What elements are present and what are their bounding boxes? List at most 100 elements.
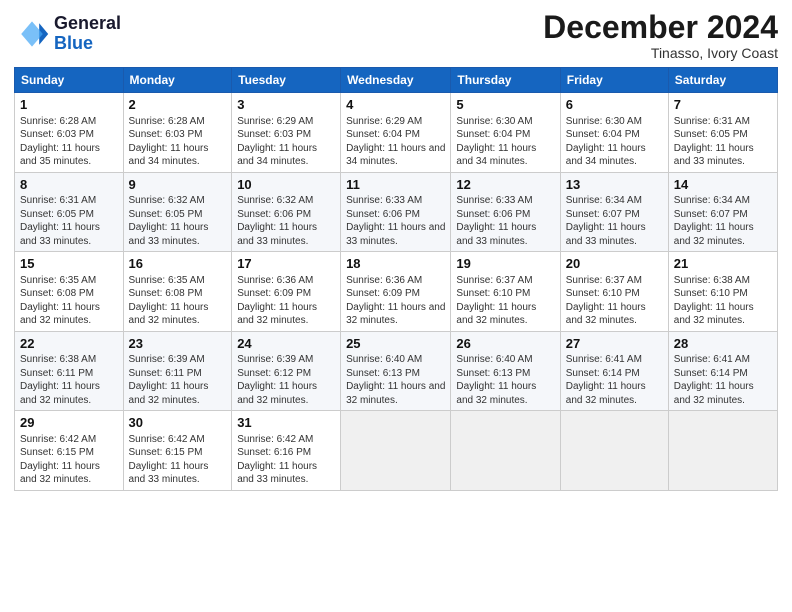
sunset-text: Sunset: 6:07 PM [566, 209, 640, 220]
title-block: December 2024 Tinasso, Ivory Coast [543, 10, 778, 61]
daylight-label: Daylight: 11 hours and 34 minutes. [346, 143, 445, 168]
sunset-text: Sunset: 6:04 PM [346, 129, 420, 140]
table-row: 17Sunrise: 6:36 AMSunset: 6:09 PMDayligh… [232, 252, 341, 332]
sunrise-text: Sunrise: 6:28 AM [129, 116, 205, 127]
sunset-text: Sunset: 6:03 PM [129, 129, 203, 140]
sunset-text: Sunset: 6:12 PM [237, 368, 311, 379]
day-number: 16 [129, 255, 227, 273]
sunrise-text: Sunrise: 6:38 AM [20, 354, 96, 365]
table-row [668, 411, 777, 491]
logo-general: General [54, 13, 121, 33]
header-friday: Friday [560, 68, 668, 93]
day-number: 22 [20, 335, 118, 353]
day-number: 1 [20, 96, 118, 114]
sunrise-text: Sunrise: 6:29 AM [346, 116, 422, 127]
sunrise-text: Sunrise: 6:32 AM [237, 195, 313, 206]
day-number: 24 [237, 335, 335, 353]
page-container: General Blue December 2024 Tinasso, Ivor… [0, 0, 792, 501]
table-row: 2Sunrise: 6:28 AMSunset: 6:03 PMDaylight… [123, 93, 232, 173]
daylight-label: Daylight: 11 hours and 32 minutes. [456, 381, 536, 406]
day-number: 13 [566, 176, 663, 194]
daylight-label: Daylight: 11 hours and 34 minutes. [456, 143, 536, 168]
day-number: 26 [456, 335, 554, 353]
sunset-text: Sunset: 6:10 PM [674, 288, 748, 299]
table-row: 20Sunrise: 6:37 AMSunset: 6:10 PMDayligh… [560, 252, 668, 332]
sunset-text: Sunset: 6:04 PM [566, 129, 640, 140]
sunset-text: Sunset: 6:05 PM [20, 209, 94, 220]
day-number: 31 [237, 414, 335, 432]
sunrise-text: Sunrise: 6:37 AM [456, 275, 532, 286]
daylight-label: Daylight: 11 hours and 34 minutes. [566, 143, 646, 168]
table-row: 1Sunrise: 6:28 AMSunset: 6:03 PMDaylight… [15, 93, 124, 173]
daylight-label: Daylight: 11 hours and 33 minutes. [237, 222, 317, 247]
daylight-label: Daylight: 11 hours and 34 minutes. [237, 143, 317, 168]
sunrise-text: Sunrise: 6:40 AM [456, 354, 532, 365]
sunrise-text: Sunrise: 6:42 AM [20, 434, 96, 445]
table-row: 21Sunrise: 6:38 AMSunset: 6:10 PMDayligh… [668, 252, 777, 332]
daylight-label: Daylight: 11 hours and 33 minutes. [566, 222, 646, 247]
table-row: 10Sunrise: 6:32 AMSunset: 6:06 PMDayligh… [232, 172, 341, 252]
table-row [560, 411, 668, 491]
day-number: 18 [346, 255, 445, 273]
calendar-week-row: 1 Sunrise: 6:28 AM Sunset: 6:03 PM Daylight… [15, 93, 778, 173]
table-row: 5Sunrise: 6:30 AMSunset: 6:04 PMDaylight… [451, 93, 560, 173]
header-monday: Monday [123, 68, 232, 93]
day-number: 2 [129, 96, 227, 114]
logo: General Blue [14, 14, 121, 54]
calendar-table: Sunday Monday Tuesday Wednesday Thursday… [14, 67, 778, 491]
sunset-text: Sunset: 6:13 PM [456, 368, 530, 379]
sunset-text: Sunset: 6:11 PM [20, 368, 93, 379]
daylight-label: Daylight: 11 hours and 32 minutes. [674, 381, 754, 406]
day-number: 9 [129, 176, 227, 194]
day-number: 20 [566, 255, 663, 273]
sunrise-text: Sunrise: 6:38 AM [674, 275, 750, 286]
table-row [341, 411, 451, 491]
daylight-label: Daylight: 11 hours and 33 minutes. [129, 222, 209, 247]
table-row: 19Sunrise: 6:37 AMSunset: 6:10 PMDayligh… [451, 252, 560, 332]
daylight-label: Daylight: 11 hours and 32 minutes. [237, 381, 317, 406]
logo-blue: Blue [54, 33, 93, 53]
sunset-text: Sunset: 6:06 PM [456, 209, 530, 220]
table-row: 26Sunrise: 6:40 AM Sunset: 6:13 PM Dayligh… [451, 331, 560, 411]
daylight-label: Daylight: 11 hours and 32 minutes. [129, 381, 209, 406]
sunset-text: Sunset: 6:09 PM [237, 288, 311, 299]
sunset-text: Sunset: 6:03 PM [237, 129, 311, 140]
day-number: 3 [237, 96, 335, 114]
sunset-text: Sunset: 6:14 PM [674, 368, 748, 379]
table-row: 22Sunrise: 6:38 AMSunset: 6:11 PMDayligh… [15, 331, 124, 411]
header-sunday: Sunday [15, 68, 124, 93]
table-row: 27Sunrise: 6:41 AMSunset: 6:14 PMDayligh… [560, 331, 668, 411]
sunset-text: Sunset: 6:10 PM [456, 288, 530, 299]
daylight-label: Daylight: 11 hours and 32 minutes. [674, 302, 754, 327]
sunset-text: Sunset: 6:07 PM [674, 209, 748, 220]
table-row: 13Sunrise: 6:34 AMSunset: 6:07 PMDayligh… [560, 172, 668, 252]
sunrise-text: Sunrise: 6:28 AM [20, 116, 96, 127]
daylight-label: Daylight: 11 hours and 32 minutes. [129, 302, 209, 327]
calendar-title: December 2024 [543, 10, 778, 45]
calendar-week-row: 29Sunrise: 6:42 AMSunset: 6:15 PMDayligh… [15, 411, 778, 491]
table-row: 14Sunrise: 6:34 AMSunset: 6:07 PMDayligh… [668, 172, 777, 252]
table-row: 18Sunrise: 6:36 AMSunset: 6:09 PMDayligh… [341, 252, 451, 332]
sunrise-text: Sunrise: 6:32 AM [129, 195, 205, 206]
table-row: 23Sunrise: 6:39 AMSunset: 6:11 PMDayligh… [123, 331, 232, 411]
daylight-label: Daylight: 11 hours and 32 minutes. [20, 461, 100, 486]
calendar-week-row: 22Sunrise: 6:38 AM Sunset: 6:11 PM Dayligh… [15, 331, 778, 411]
calendar-subtitle: Tinasso, Ivory Coast [543, 45, 778, 61]
table-row: 12Sunrise: 6:33 AMSunset: 6:06 PMDayligh… [451, 172, 560, 252]
sunrise-text: Sunrise: 6:42 AM [129, 434, 205, 445]
day-number: 7 [674, 96, 772, 114]
sunset-text: Sunset: 6:03 PM [20, 129, 94, 140]
sunset-text: Sunset: 6:15 PM [20, 447, 94, 458]
day-number: 10 [237, 176, 335, 194]
sunset-text: Sunset: 6:05 PM [129, 209, 203, 220]
sunrise-text: Sunrise: 6:39 AM [129, 354, 205, 365]
daylight-label: Daylight: 11 hours and 32 minutes. [20, 302, 100, 327]
daylight-label: Daylight: 11 hours and 33 minutes. [346, 222, 445, 247]
day-number: 28 [674, 335, 772, 353]
header-tuesday: Tuesday [232, 68, 341, 93]
sunrise-text: Sunrise: 6:35 AM [129, 275, 205, 286]
day-number: 4 [346, 96, 445, 114]
table-row: 29Sunrise: 6:42 AMSunset: 6:15 PMDayligh… [15, 411, 124, 491]
sunrise-text: Sunrise: 6:36 AM [237, 275, 313, 286]
calendar-week-row: 8Sunrise: 6:31 AMSunset: 6:05 PMDaylight… [15, 172, 778, 252]
